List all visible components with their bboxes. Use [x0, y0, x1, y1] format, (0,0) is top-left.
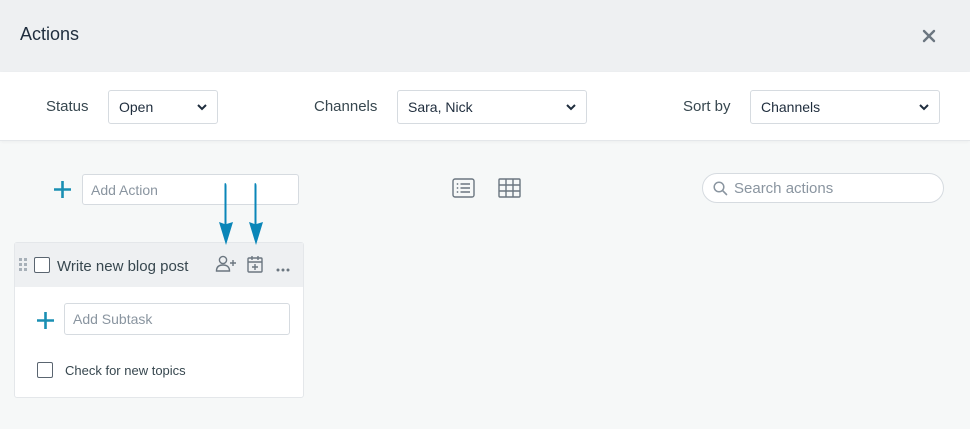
- dialog-header: Actions: [0, 0, 970, 72]
- sort-label: Sort by: [683, 98, 731, 115]
- status-label: Status: [46, 98, 89, 115]
- status-select-value: Open: [119, 99, 154, 115]
- chevron-down-icon: [197, 103, 207, 111]
- more-options-button[interactable]: [275, 260, 291, 278]
- ellipsis-icon: [276, 268, 290, 272]
- channels-label: Channels: [314, 98, 378, 115]
- annotation-arrow-assign: [219, 183, 233, 245]
- list-view-icon: [452, 178, 475, 198]
- drag-handle-icon[interactable]: [19, 258, 29, 277]
- add-action-input[interactable]: Add Action: [82, 174, 299, 205]
- list-view-button[interactable]: [452, 178, 475, 203]
- task-card-header: Write new blog post: [15, 243, 303, 287]
- subtask-label: Check for new topics: [65, 363, 186, 378]
- plus-icon: [37, 312, 54, 329]
- grid-view-button[interactable]: [498, 178, 521, 203]
- channels-select-value: Sara, Nick: [408, 99, 473, 115]
- subtask-checkbox[interactable]: [37, 362, 53, 378]
- add-subtask-input[interactable]: Add Subtask: [64, 303, 290, 335]
- calendar-add-icon: [247, 256, 263, 273]
- assign-user-button[interactable]: [215, 254, 237, 279]
- add-action-placeholder: Add Action: [91, 181, 158, 198]
- sort-select-value: Channels: [761, 99, 821, 115]
- status-select[interactable]: Open: [108, 90, 218, 124]
- add-action-button[interactable]: [53, 180, 72, 204]
- add-user-icon: [215, 255, 236, 272]
- close-icon: [922, 29, 936, 43]
- annotation-arrow-date: [249, 183, 263, 245]
- plus-icon: [54, 181, 71, 198]
- task-card: Write new blog post Add Subtask Check fo…: [14, 242, 304, 398]
- task-checkbox[interactable]: [34, 257, 50, 273]
- add-subtask-placeholder: Add Subtask: [73, 311, 153, 327]
- chevron-down-icon: [919, 103, 929, 111]
- grid-view-icon: [498, 178, 521, 198]
- add-subtask-button[interactable]: [36, 311, 55, 335]
- channels-select[interactable]: Sara, Nick: [397, 90, 587, 124]
- filters-bar: Status Open Channels Sara, Nick Sort by …: [0, 72, 970, 141]
- chevron-down-icon: [566, 103, 576, 111]
- task-title[interactable]: Write new blog post: [57, 258, 188, 275]
- dialog-title: Actions: [20, 24, 80, 44]
- close-button[interactable]: [918, 25, 940, 47]
- search-input[interactable]: Search actions: [702, 173, 944, 203]
- add-date-button[interactable]: [246, 254, 264, 279]
- search-icon: [713, 180, 728, 195]
- search-placeholder: Search actions: [734, 179, 834, 197]
- sort-select[interactable]: Channels: [750, 90, 940, 124]
